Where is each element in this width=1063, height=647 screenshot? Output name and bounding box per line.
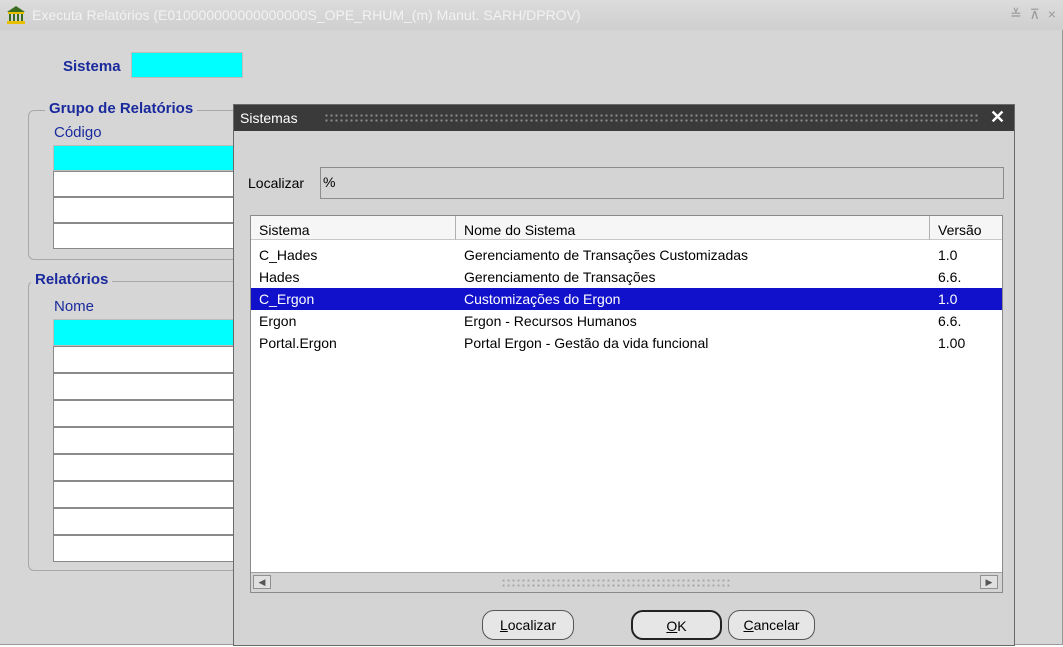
codigo-field-2[interactable] [53, 171, 243, 197]
relatorios-title: Relatórios [31, 271, 113, 288]
window-title: Executa Relatórios (E010000000000000000S… [32, 7, 581, 23]
scroll-left-icon[interactable]: ◀ [253, 575, 271, 589]
list-row-selected[interactable]: C_Ergon Customizações do Ergon 1.0 [251, 288, 1002, 310]
cell-sistema: C_Hades [259, 247, 318, 263]
grupo-relatorios-title: Grupo de Relatórios [45, 100, 198, 117]
sistema-field[interactable] [131, 52, 243, 78]
close-icon[interactable]: ✕ [990, 107, 1005, 128]
sistema-label: Sistema [63, 58, 121, 75]
list-row[interactable]: Portal.Ergon Portal Ergon - Gestão da vi… [251, 332, 1002, 354]
sistemas-list: Sistema Nome do Sistema Versão C_Hades G… [250, 215, 1003, 593]
column-header-nome[interactable]: Nome do Sistema [456, 216, 930, 240]
nome-field-6[interactable] [53, 454, 243, 481]
cell-versao: 1.0 [938, 291, 958, 307]
nome-field-7[interactable] [53, 481, 243, 508]
cell-sistema: Hades [259, 269, 300, 285]
column-header-versao[interactable]: Versão [930, 216, 1002, 240]
cancelar-mnemonic: C [743, 617, 754, 633]
list-row[interactable]: Hades Gerenciamento de Transações 6.6. [251, 266, 1002, 288]
nome-field-8[interactable] [53, 508, 243, 535]
cell-sistema: Ergon [259, 313, 297, 329]
codigo-label: Código [54, 124, 102, 141]
codigo-field-1[interactable] [53, 145, 243, 171]
nome-field-5[interactable] [53, 427, 243, 454]
localizar-label: ocalizar [507, 617, 557, 633]
ok-label: K [677, 618, 687, 634]
nome-field-3[interactable] [53, 373, 243, 400]
titlebar-grip [324, 113, 979, 124]
cell-nome: Ergon - Recursos Humanos [464, 313, 637, 329]
cell-sistema: C_Ergon [259, 291, 315, 307]
find-label: Localizar [248, 175, 305, 191]
sistemas-dialog: Sistemas ✕ Localizar % Sistema Nome do S… [233, 104, 1015, 646]
cell-nome: Gerenciamento de Transações Customizadas [464, 247, 749, 263]
cell-versao: 1.00 [938, 335, 966, 351]
app-icon [7, 6, 25, 24]
localizar-button[interactable]: Localizar [482, 610, 574, 640]
cell-versao: 6.6. [938, 313, 962, 329]
cell-nome: Gerenciamento de Transações [464, 269, 656, 285]
scroll-thumb[interactable] [501, 578, 731, 587]
find-input[interactable]: % [320, 167, 1004, 199]
codigo-field-4[interactable] [53, 223, 243, 249]
nome-label: Nome [54, 298, 95, 315]
cell-versao: 6.6. [938, 269, 962, 285]
codigo-field-3[interactable] [53, 197, 243, 223]
column-header-sistema[interactable]: Sistema [251, 216, 456, 240]
nome-field-1[interactable] [53, 319, 243, 346]
nome-field-4[interactable] [53, 400, 243, 427]
window-controls[interactable]: ≚ ⊼ × [1010, 6, 1058, 23]
list-row[interactable]: C_Hades Gerenciamento de Transações Cust… [251, 244, 1002, 266]
main-titlebar: Executa Relatórios (E010000000000000000S… [0, 0, 1063, 30]
cancelar-button[interactable]: Cancelar [728, 610, 815, 640]
cell-nome: Portal Ergon - Gestão da vida funcional [464, 335, 709, 351]
list-row[interactable]: Ergon Ergon - Recursos Humanos 6.6. [251, 310, 1002, 332]
ok-mnemonic: O [666, 618, 678, 634]
cell-sistema: Portal.Ergon [259, 335, 337, 351]
cancelar-label: ancelar [753, 617, 800, 633]
dialog-titlebar[interactable]: Sistemas ✕ [234, 105, 1014, 131]
ok-button[interactable]: OK [631, 610, 722, 640]
localizar-mnemonic: L [499, 617, 508, 633]
scroll-right-icon[interactable]: ▶ [980, 575, 998, 589]
nome-field-9[interactable] [53, 535, 243, 562]
cell-nome: Customizações do Ergon [464, 291, 621, 307]
nome-field-2[interactable] [53, 346, 243, 373]
horizontal-scrollbar[interactable]: ◀ ▶ [251, 572, 1002, 592]
cell-versao: 1.0 [938, 247, 958, 263]
dialog-title: Sistemas [240, 110, 298, 126]
